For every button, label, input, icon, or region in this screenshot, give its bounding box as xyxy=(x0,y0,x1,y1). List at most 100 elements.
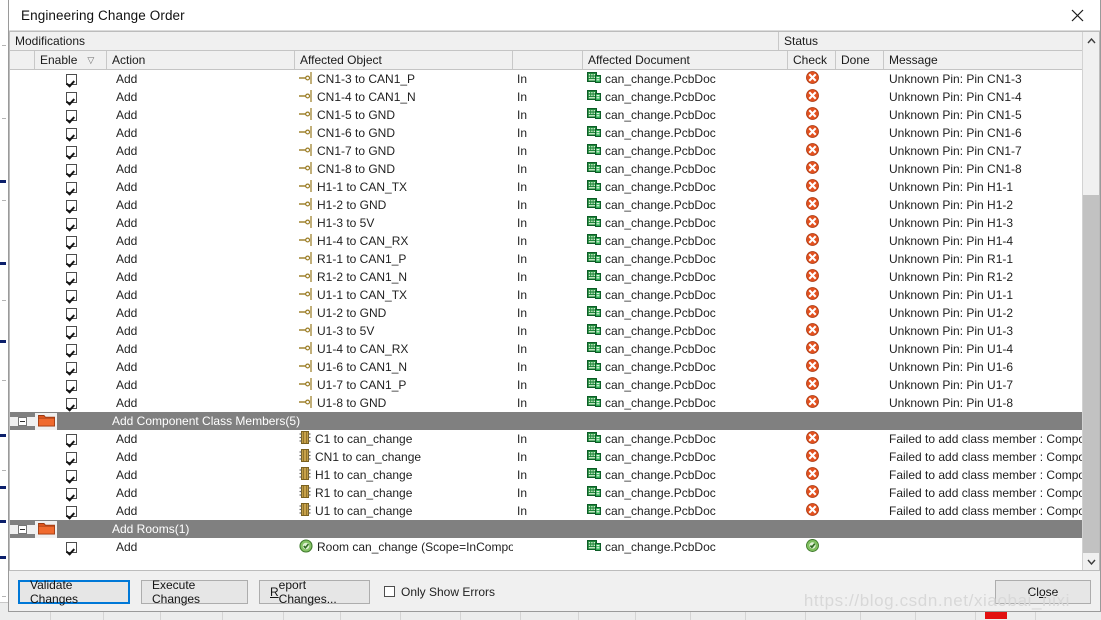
table-row[interactable]: Add R1 to can_change In can_change.PcbDo… xyxy=(10,484,1099,502)
checkbox-icon[interactable] xyxy=(65,91,77,103)
checkbox-icon[interactable] xyxy=(65,181,77,193)
checkbox-icon[interactable] xyxy=(65,487,77,499)
row-enable-checkbox[interactable] xyxy=(35,70,107,88)
checkbox-icon[interactable] xyxy=(65,145,77,157)
table-row[interactable]: Add CN1-7 to GND In can_change.PcbDoc Un… xyxy=(10,142,1099,160)
row-enable-checkbox[interactable] xyxy=(35,430,107,448)
checkbox-icon[interactable] xyxy=(65,163,77,175)
table-row[interactable]: Add U1-6 to CAN1_N In can_change.PcbDoc … xyxy=(10,358,1099,376)
table-row[interactable]: Add H1-3 to 5V In can_change.PcbDoc Unkn… xyxy=(10,214,1099,232)
table-row[interactable]: Add C1 to can_change In can_change.PcbDo… xyxy=(10,430,1099,448)
checkbox-icon[interactable] xyxy=(65,433,77,445)
table-row[interactable]: Add H1 to can_change In can_change.PcbDo… xyxy=(10,466,1099,484)
column-header-in[interactable] xyxy=(513,51,583,69)
column-header-message[interactable]: Message xyxy=(884,51,1082,69)
checkbox-icon[interactable] xyxy=(65,109,77,121)
row-enable-checkbox[interactable] xyxy=(35,376,107,394)
row-enable-checkbox[interactable] xyxy=(35,142,107,160)
table-row[interactable]: Add U1-8 to GND In can_change.PcbDoc Unk… xyxy=(10,394,1099,412)
row-enable-checkbox[interactable] xyxy=(35,340,107,358)
only-show-errors-checkbox[interactable]: Only Show Errors xyxy=(384,585,495,599)
collapse-icon[interactable] xyxy=(10,524,35,534)
table-row[interactable]: Add H1-1 to CAN_TX In can_change.PcbDoc … xyxy=(10,178,1099,196)
chevron-down-icon[interactable] xyxy=(1083,553,1099,570)
checkbox-icon[interactable] xyxy=(65,199,77,211)
checkbox-icon[interactable] xyxy=(65,307,77,319)
row-enable-checkbox[interactable] xyxy=(35,88,107,106)
table-row[interactable]: Add R1-1 to CAN1_P In can_change.PcbDoc … xyxy=(10,250,1099,268)
execute-changes-button[interactable]: Execute Changes xyxy=(141,578,248,606)
scrollbar-thumb[interactable] xyxy=(1083,195,1099,553)
chevron-up-icon[interactable] xyxy=(1083,32,1099,49)
row-enable-checkbox[interactable] xyxy=(35,466,107,484)
checkbox-icon[interactable] xyxy=(65,271,77,283)
table-row[interactable]: Add U1 to can_change In can_change.PcbDo… xyxy=(10,502,1099,520)
table-row[interactable]: Add CN1-6 to GND In can_change.PcbDoc Un… xyxy=(10,124,1099,142)
row-enable-checkbox[interactable] xyxy=(35,484,107,502)
vertical-scrollbar[interactable] xyxy=(1082,32,1099,570)
column-header-check[interactable]: Check xyxy=(788,51,836,69)
checkbox-icon[interactable] xyxy=(65,505,77,517)
checkbox-icon[interactable] xyxy=(65,379,77,391)
column-header-enable[interactable]: Enable ▽ xyxy=(35,51,107,69)
row-enable-checkbox[interactable] xyxy=(35,538,107,556)
row-enable-checkbox[interactable] xyxy=(35,394,107,412)
row-enable-checkbox[interactable] xyxy=(35,250,107,268)
report-changes-button[interactable]: Report Changes... xyxy=(259,578,370,606)
row-enable-checkbox[interactable] xyxy=(35,502,107,520)
table-row[interactable]: Add CN1 to can_change In can_change.PcbD… xyxy=(10,448,1099,466)
only-show-errors-box-icon[interactable] xyxy=(384,586,395,597)
checkbox-icon[interactable] xyxy=(65,289,77,301)
group-header-status[interactable]: Status xyxy=(779,32,1082,50)
table-row[interactable]: Add CN1-8 to GND In can_change.PcbDoc Un… xyxy=(10,160,1099,178)
close-icon[interactable] xyxy=(1054,0,1100,30)
checkbox-icon[interactable] xyxy=(65,253,77,265)
checkbox-icon[interactable] xyxy=(65,235,77,247)
checkbox-icon[interactable] xyxy=(65,217,77,229)
row-enable-checkbox[interactable] xyxy=(35,106,107,124)
row-enable-checkbox[interactable] xyxy=(35,448,107,466)
checkbox-icon[interactable] xyxy=(65,451,77,463)
row-enable-checkbox[interactable] xyxy=(35,322,107,340)
table-row[interactable]: Add CN1-3 to CAN1_P In can_change.PcbDoc… xyxy=(10,70,1099,88)
checkbox-icon[interactable] xyxy=(65,397,77,409)
row-enable-checkbox[interactable] xyxy=(35,286,107,304)
table-row[interactable]: Add U1-4 to CAN_RX In can_change.PcbDoc … xyxy=(10,340,1099,358)
table-row[interactable]: Add U1-1 to CAN_TX In can_change.PcbDoc … xyxy=(10,286,1099,304)
checkbox-icon[interactable] xyxy=(65,73,77,85)
table-row[interactable]: Add H1-4 to CAN_RX In can_change.PcbDoc … xyxy=(10,232,1099,250)
column-header-action[interactable]: Action xyxy=(107,51,295,69)
group-header-modifications[interactable]: Modifications xyxy=(10,32,779,50)
validate-changes-button[interactable]: Validate Changes xyxy=(18,578,130,606)
row-enable-checkbox[interactable] xyxy=(35,304,107,322)
checkbox-icon[interactable] xyxy=(65,127,77,139)
checkbox-icon[interactable] xyxy=(65,541,77,553)
row-enable-checkbox[interactable] xyxy=(35,268,107,286)
column-header-affected-document[interactable]: Affected Document xyxy=(583,51,788,69)
collapse-icon[interactable] xyxy=(10,416,35,426)
close-button[interactable]: Cl o se xyxy=(995,579,1091,604)
column-header-done[interactable]: Done xyxy=(836,51,884,69)
row-enable-checkbox[interactable] xyxy=(35,124,107,142)
row-enable-checkbox[interactable] xyxy=(35,214,107,232)
checkbox-icon[interactable] xyxy=(65,361,77,373)
table-row[interactable]: Add H1-2 to GND In can_change.PcbDoc Unk… xyxy=(10,196,1099,214)
row-enable-checkbox[interactable] xyxy=(35,358,107,376)
table-row[interactable]: Add U1-3 to 5V In can_change.PcbDoc Unkn… xyxy=(10,322,1099,340)
table-row[interactable]: Add Room can_change (Scope=InCompor To c… xyxy=(10,538,1099,556)
row-enable-checkbox[interactable] xyxy=(35,196,107,214)
row-enable-checkbox[interactable] xyxy=(35,178,107,196)
table-row[interactable]: Add CN1-4 to CAN1_N In can_change.PcbDoc… xyxy=(10,88,1099,106)
table-row[interactable]: Add CN1-5 to GND In can_change.PcbDoc Un… xyxy=(10,106,1099,124)
row-enable-checkbox[interactable] xyxy=(35,232,107,250)
group-row[interactable]: Add Rooms(1) xyxy=(10,520,1099,538)
row-enable-checkbox[interactable] xyxy=(35,160,107,178)
group-row[interactable]: Add Component Class Members(5) xyxy=(10,412,1099,430)
table-row[interactable]: Add U1-7 to CAN1_P In can_change.PcbDoc … xyxy=(10,376,1099,394)
scrollbar-track[interactable] xyxy=(1083,49,1099,553)
checkbox-icon[interactable] xyxy=(65,325,77,337)
checkbox-icon[interactable] xyxy=(65,469,77,481)
column-header-affected-object[interactable]: Affected Object xyxy=(295,51,513,69)
table-row[interactable]: Add R1-2 to CAN1_N In can_change.PcbDoc … xyxy=(10,268,1099,286)
table-row[interactable]: Add U1-2 to GND In can_change.PcbDoc Unk… xyxy=(10,304,1099,322)
